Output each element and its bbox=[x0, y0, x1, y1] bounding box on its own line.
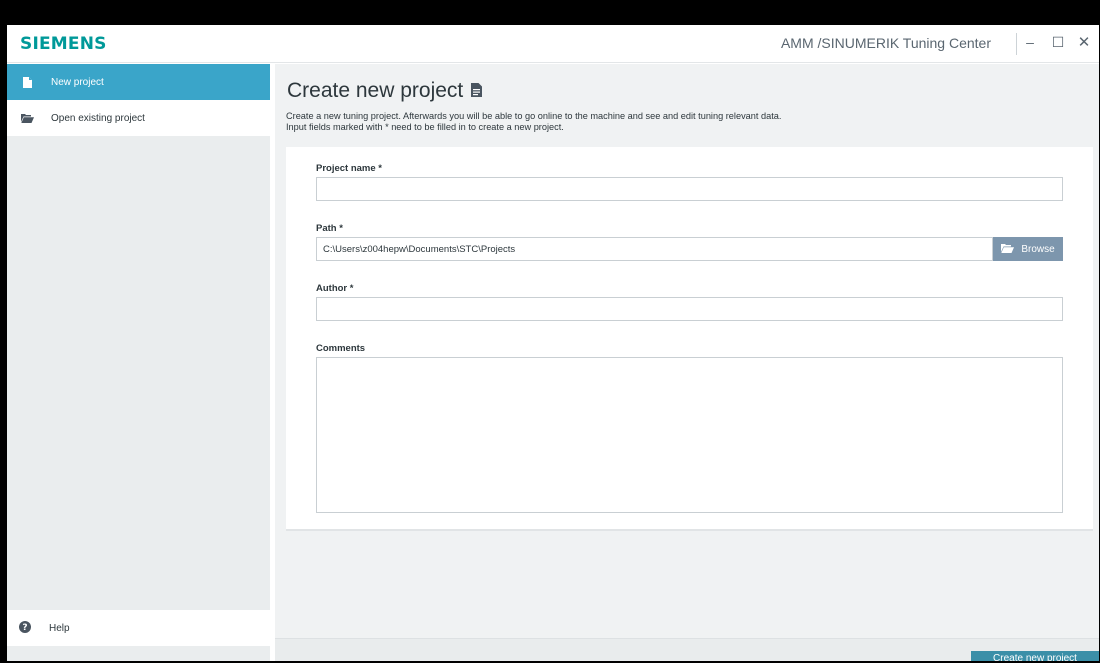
minimize-button[interactable]: – bbox=[1019, 31, 1041, 53]
maximize-button[interactable]: ☐ bbox=[1047, 31, 1069, 53]
sidebar: New project Open existing project ? Help bbox=[7, 64, 270, 661]
sidebar-item-help[interactable]: ? Help bbox=[7, 610, 270, 646]
browse-button[interactable]: Browse bbox=[993, 237, 1063, 261]
comments-textarea[interactable] bbox=[316, 357, 1063, 513]
path-input[interactable] bbox=[316, 237, 993, 261]
sidebar-footer bbox=[7, 646, 270, 661]
app-title: AMM /SINUMERIK Tuning Center bbox=[780, 35, 991, 51]
footer-bar: Create new project bbox=[275, 638, 1099, 661]
app-window: SIEMENS AMM /SINUMERIK Tuning Center – ☐… bbox=[7, 25, 1099, 661]
author-input[interactable] bbox=[316, 297, 1063, 321]
help-circle-icon: ? bbox=[19, 620, 31, 636]
page-title: Create new project bbox=[287, 79, 483, 103]
browse-button-label: Browse bbox=[1021, 243, 1055, 255]
page-description: Create a new tuning project. Afterwards … bbox=[286, 111, 781, 133]
close-button[interactable]: ✕ bbox=[1073, 31, 1095, 53]
sidebar-item-label: Open existing project bbox=[51, 112, 145, 124]
description-line-1: Create a new tuning project. Afterwards … bbox=[286, 111, 782, 121]
page-title-text: Create new project bbox=[287, 79, 464, 102]
sidebar-item-new-project[interactable]: New project bbox=[7, 64, 270, 100]
description-line-2: Input fields marked with * need to be fi… bbox=[286, 122, 564, 132]
sidebar-item-label: Help bbox=[49, 622, 70, 634]
project-name-label: Project name * bbox=[316, 163, 382, 174]
project-form: Project name * Path * Browse Author * Co… bbox=[286, 147, 1093, 531]
document-icon bbox=[471, 79, 483, 103]
siemens-logo: SIEMENS bbox=[20, 34, 107, 54]
screen-frame: SIEMENS AMM /SINUMERIK Tuning Center – ☐… bbox=[0, 0, 1100, 663]
create-project-button[interactable]: Create new project bbox=[971, 651, 1099, 661]
author-label: Author * bbox=[316, 283, 354, 294]
folder-open-icon bbox=[1001, 243, 1015, 256]
sidebar-item-label: New project bbox=[51, 76, 104, 88]
sidebar-item-open-existing-project[interactable]: Open existing project bbox=[7, 100, 270, 136]
title-bar: SIEMENS AMM /SINUMERIK Tuning Center – ☐… bbox=[7, 25, 1099, 63]
main-content: Create new project Create a new tuning p… bbox=[275, 64, 1099, 661]
file-icon bbox=[19, 75, 35, 89]
path-label: Path * bbox=[316, 223, 343, 234]
sidebar-empty-area bbox=[7, 136, 270, 610]
title-separator bbox=[1016, 33, 1017, 55]
comments-label: Comments bbox=[316, 343, 366, 354]
project-name-input[interactable] bbox=[316, 177, 1063, 201]
svg-text:?: ? bbox=[22, 623, 27, 633]
folder-open-icon bbox=[19, 111, 35, 125]
